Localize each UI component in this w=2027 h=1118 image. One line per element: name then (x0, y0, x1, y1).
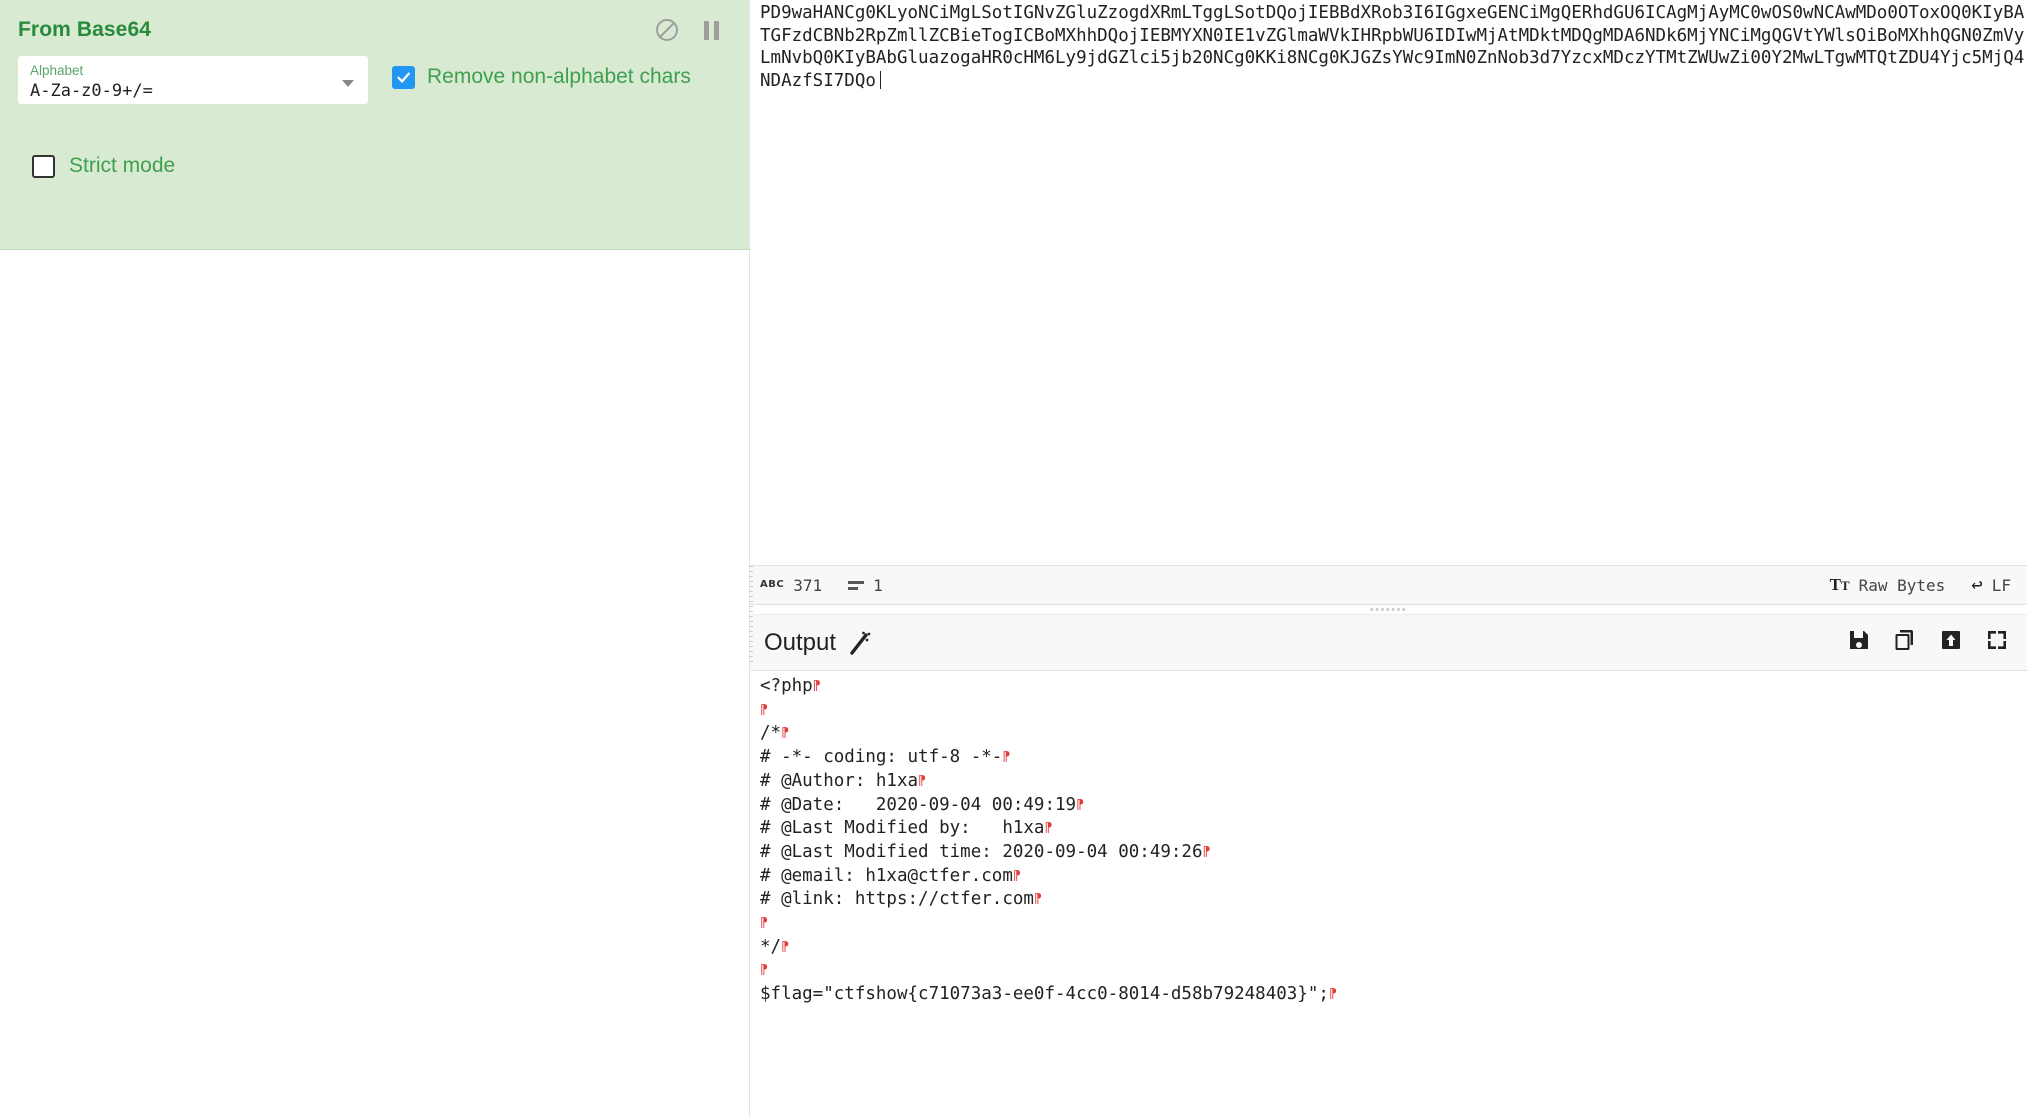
operation-arguments: Alphabet A-Za-z0-9+/= Remove non-alphabe… (0, 56, 749, 178)
io-splitter[interactable]: ••••••• (750, 603, 2027, 616)
status-bar-right: TT Raw Bytes ↩ LF (1830, 574, 2011, 596)
panel-splitter-handle[interactable] (749, 566, 753, 666)
strict-mode-checkbox[interactable]: Strict mode (18, 104, 731, 178)
input-length-group: ABC 371 (760, 576, 822, 595)
output-line: # @Last Modified time: 2020-09-04 00:49:… (760, 841, 1211, 862)
remove-non-alphabet-chars-checkbox[interactable]: Remove non-alphabet chars (392, 56, 691, 89)
strict-mode-label: Strict mode (69, 154, 176, 177)
input-lines-group: 1 (848, 576, 883, 595)
carriage-return-marker: ⁋ (812, 679, 821, 694)
carriage-return-marker: ⁋ (1076, 797, 1084, 813)
carriage-return-marker: ⁋ (1033, 892, 1042, 908)
output-line: # @Date: 2020-09-04 00:49:19⁋ (760, 794, 1084, 815)
carriage-return-marker: ⁋ (918, 773, 926, 789)
input-eol-value: LF (1991, 575, 2011, 595)
carriage-return-marker: ⁋ (781, 939, 789, 955)
output-line: # @Last Modified by: h1xa⁋ (760, 818, 1053, 839)
replace-input-icon[interactable] (1939, 628, 1963, 657)
carriage-return-marker: ⁋ (1044, 821, 1053, 837)
output-line: */⁋ (760, 936, 789, 957)
save-icon[interactable] (1847, 628, 1871, 657)
output-line: # @Author: h1xa⁋ (760, 770, 926, 791)
input-text[interactable]: PD9waHANCg0KLyoNCiMgLSotIGNvZGluZzogdXRm… (760, 3, 2024, 91)
input-lines-value: 1 (873, 575, 883, 595)
checkbox-unchecked-icon[interactable] (32, 154, 55, 178)
checkbox-checked-icon[interactable] (392, 65, 415, 89)
input-encoding-value: Raw Bytes (1858, 575, 1946, 595)
carriage-return-marker: ⁋ (760, 702, 768, 718)
output-line: # @link: https://ctfer.com⁋ (760, 889, 1042, 910)
input-encoding-group[interactable]: TT Raw Bytes (1830, 575, 1946, 595)
abc-icon: ABC (760, 579, 785, 590)
font-icon: TT (1829, 575, 1850, 594)
carriage-return-marker: ⁋ (1328, 987, 1337, 1003)
output-line: $flag="ctfshow{c71073a3-ee0f-4cc0-8014-d… (760, 984, 1337, 1005)
output-line: ⁋ (760, 912, 2027, 936)
output-header: Output (750, 615, 2027, 671)
input-eol-group[interactable]: ↩ LF (1971, 574, 2011, 596)
output-line: # @email: h1xa@ctfer.com⁋ (760, 865, 1021, 886)
maximise-icon[interactable] (1985, 628, 2009, 657)
operation-title: From Base64 (18, 18, 151, 41)
pause-icon[interactable] (699, 18, 723, 42)
input-length-value: 371 (793, 575, 823, 595)
output-line: /*⁋ (760, 723, 789, 744)
alphabet-value: A-Za-z0-9+/= (30, 81, 153, 101)
chevron-down-icon[interactable] (342, 80, 354, 87)
output-title: Output (764, 628, 837, 656)
input-status-bar: ABC 371 1 TT Raw Bytes ↩ LF (750, 565, 2027, 605)
output-line: <?php⁋ (760, 676, 821, 696)
carriage-return-marker: ⁋ (760, 916, 768, 932)
alphabet-label: Alphabet (30, 63, 84, 78)
splitter-grip-icon: ••••••• (1369, 603, 1408, 616)
output-line: # -*- coding: utf-8 -*-⁋ (760, 747, 1011, 768)
carriage-return-marker: ⁋ (781, 726, 789, 742)
recipe-empty-area[interactable] (0, 250, 749, 1118)
cyberchef-app: From Base64 Alphabet A-Za-z0-9+/= Remove… (0, 0, 2027, 1118)
output-text[interactable]: <?php⁋ ⁋/*⁋ # -*- coding: utf-8 -*-⁋ # @Aut… (750, 671, 2027, 1118)
carriage-return-marker: ⁋ (760, 963, 768, 979)
operation-title-row: From Base64 (0, 0, 749, 56)
operation-icons (655, 18, 731, 42)
alphabet-select[interactable]: Alphabet A-Za-z0-9+/= (18, 56, 368, 104)
output-actions (1847, 628, 2009, 657)
magic-wand-icon[interactable] (848, 630, 874, 656)
argument-row: Alphabet A-Za-z0-9+/= Remove non-alphabe… (18, 56, 731, 104)
io-column: PD9waHANCg0KLyoNCiMgLSotIGNvZGluZzogdXRm… (749, 0, 2027, 1118)
remove-non-alphabet-chars-label: Remove non-alphabet chars (427, 65, 691, 88)
recipe-operation-from-base64[interactable]: From Base64 Alphabet A-Za-z0-9+/= Remove… (0, 0, 749, 250)
line-count-icon (848, 580, 865, 590)
carriage-return-marker: ⁋ (1002, 750, 1011, 766)
text-cursor (879, 71, 881, 90)
recipe-panel: From Base64 Alphabet A-Za-z0-9+/= Remove… (0, 0, 749, 1118)
carriage-return-marker: ⁋ (1012, 868, 1021, 884)
circle-slash-icon[interactable] (655, 18, 679, 42)
copy-icon[interactable] (1893, 628, 1917, 657)
input-area[interactable]: PD9waHANCg0KLyoNCiMgLSotIGNvZGluZzogdXRm… (750, 0, 2027, 565)
carriage-return-marker: ⁋ (1202, 844, 1211, 860)
output-line: ⁋ (760, 699, 2027, 723)
output-line: ⁋ (760, 959, 2027, 983)
carriage-return-icon: ↩ (1971, 574, 1983, 596)
